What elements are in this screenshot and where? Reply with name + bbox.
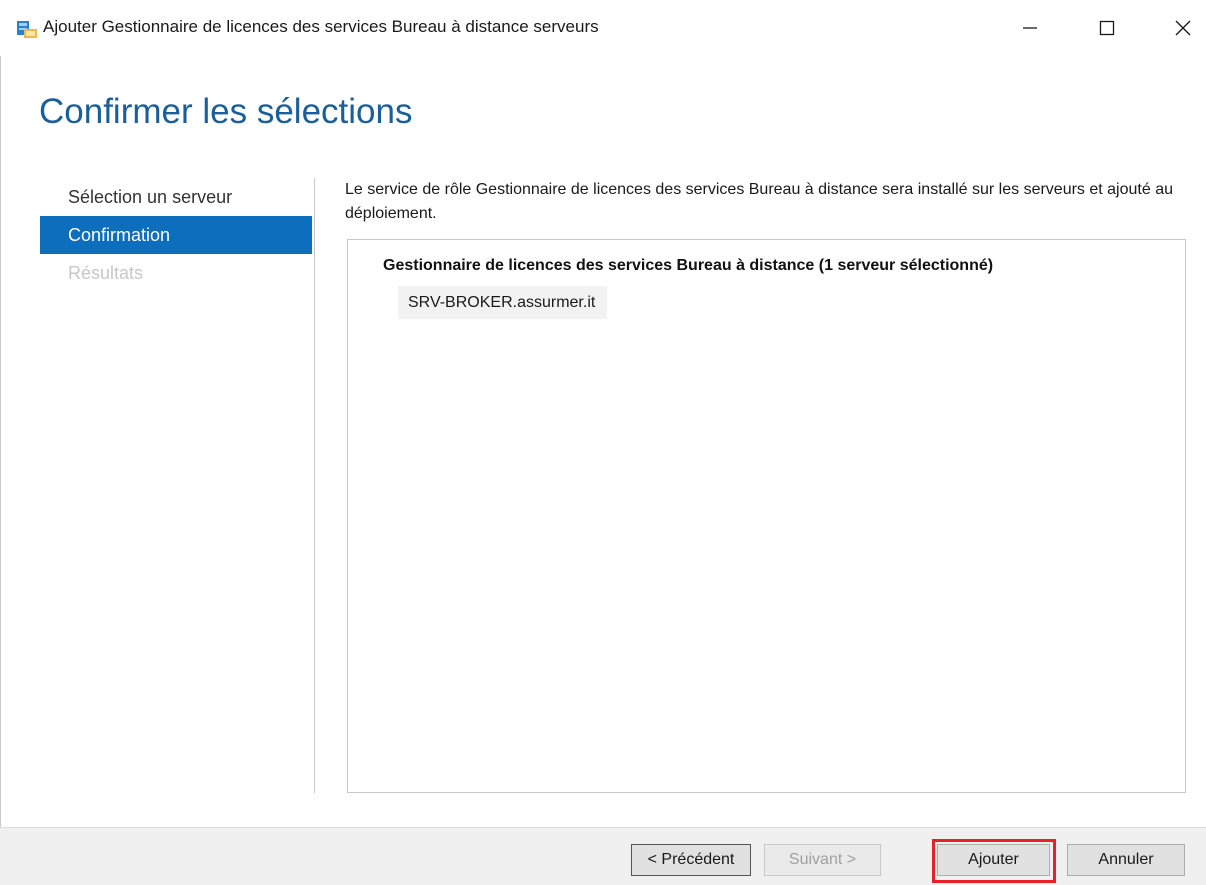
nav-item-results: Résultats <box>68 263 144 283</box>
selection-list: Gestionnaire de licences des services Bu… <box>347 239 1186 793</box>
wizard-nav: Sélection un serveur Confirmation Résult… <box>40 178 312 292</box>
title-bar: Ajouter Gestionnaire de licences des ser… <box>0 0 1206 56</box>
maximize-button[interactable] <box>1092 14 1122 42</box>
confirmation-description: Le service de rôle Gestionnaire de licen… <box>345 181 1173 222</box>
close-icon <box>1168 14 1198 42</box>
window-border <box>0 56 1 828</box>
nav-divider <box>314 178 315 793</box>
role-heading: Gestionnaire de licences des services Bu… <box>383 257 994 274</box>
nav-item-confirmation[interactable]: Confirmation <box>40 216 312 254</box>
maximize-icon <box>1092 14 1122 42</box>
page-title: Confirmer les sélections <box>39 92 413 131</box>
cancel-button[interactable]: Annuler <box>1067 844 1185 876</box>
minimize-icon <box>1015 14 1045 42</box>
previous-button[interactable]: < Précédent <box>631 844 751 876</box>
nav-item-server-selection[interactable]: Sélection un serveur <box>40 178 312 216</box>
close-button[interactable] <box>1168 14 1198 42</box>
minimize-button[interactable] <box>1015 14 1045 42</box>
window-title: Ajouter Gestionnaire de licences des ser… <box>43 17 599 36</box>
button-bar: < Précédent Suivant > Ajouter Annuler <box>0 827 1206 885</box>
server-list-item: SRV-BROKER.assurmer.it <box>398 286 608 319</box>
server-manager-icon <box>16 19 38 39</box>
add-button[interactable]: Ajouter <box>937 844 1050 876</box>
next-button: Suivant > <box>764 844 881 876</box>
